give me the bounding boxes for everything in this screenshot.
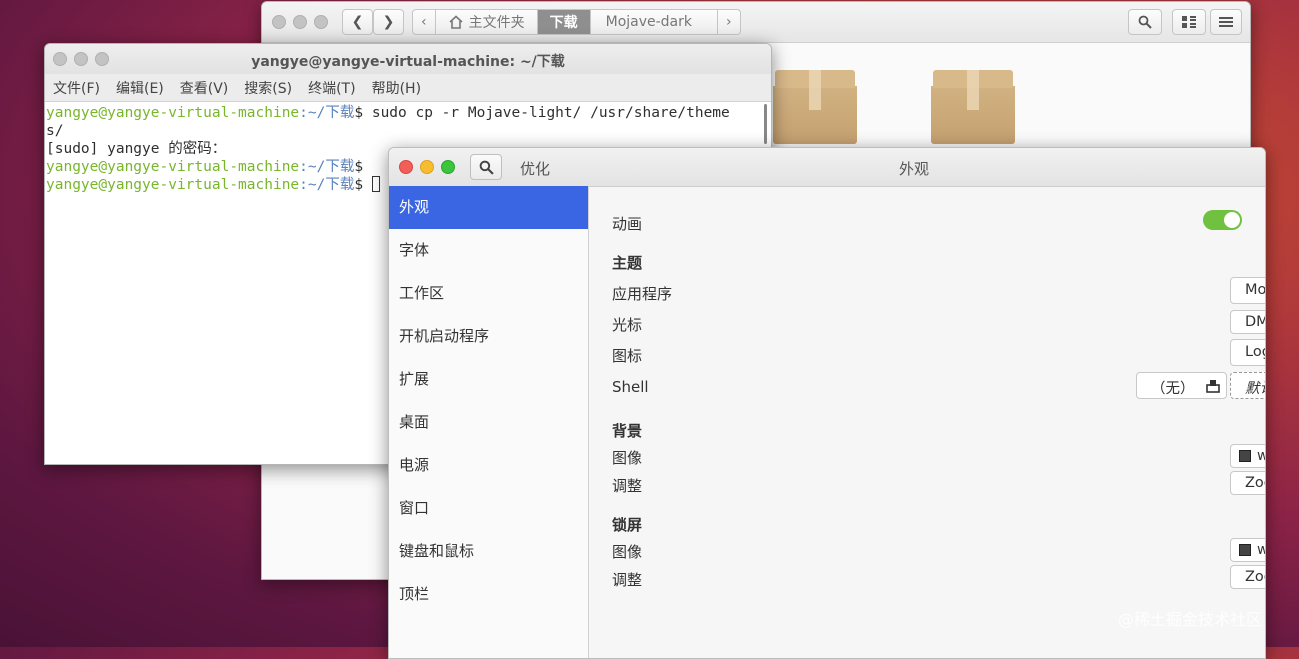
sidebar-item-appearance[interactable]: 外观 [389, 186, 588, 229]
watermark: @稀土掘金技术社区 [1118, 610, 1263, 629]
minimize-button[interactable] [293, 15, 307, 29]
sidebar-item-fonts[interactable]: 字体 [389, 229, 588, 272]
package-file-icon[interactable] [773, 70, 857, 144]
applications-theme-value: Mojave-light [1245, 282, 1266, 298]
breadcrumb-mojave-dark-label: Mojave-dark [605, 14, 693, 30]
applications-theme-select[interactable]: Mojave-light ▲▼ [1230, 277, 1266, 304]
theme-section-title: 主题 [612, 254, 643, 272]
animation-label: 动画 [612, 215, 643, 233]
lockscreen-adjust-value: Zoom [1245, 569, 1265, 585]
shell-theme-value: 默认 [1245, 381, 1265, 397]
menu-view[interactable]: 查看(V) [180, 78, 229, 98]
close-button[interactable] [399, 160, 413, 174]
background-adjust-label: 调整 [612, 477, 643, 495]
home-icon [449, 15, 463, 29]
shell-extension-file-button[interactable]: （无） [1136, 372, 1227, 399]
sidebar-item-desktop[interactable]: 桌面 [389, 401, 588, 444]
chevron-right-icon: › [726, 14, 732, 30]
close-button[interactable] [272, 15, 286, 29]
sidebar-item-extensions[interactable]: 扩展 [389, 358, 588, 401]
icons-label: 图标 [612, 347, 643, 365]
menu-help[interactable]: 帮助(H) [372, 78, 421, 98]
file-manager-header: ❮ ❯ ‹ 主文件夹 下载 Mojave-dark › [262, 2, 1250, 43]
page-title: 外观 [899, 160, 930, 178]
hamburger-icon [1219, 17, 1233, 27]
shell-none-value: （无） [1151, 381, 1195, 397]
minimize-button[interactable] [420, 160, 434, 174]
shell-label: Shell [612, 378, 649, 396]
forward-button[interactable]: ❯ [373, 9, 404, 35]
text-cursor [371, 176, 380, 192]
icons-theme-select[interactable]: LoginIcons ▲▼ [1230, 339, 1265, 366]
menu-terminal[interactable]: 终端(T) [308, 78, 355, 98]
background-image-value: warty-final-ubuntu.png [1257, 448, 1265, 464]
background-adjust-value: Zoom [1245, 475, 1265, 491]
background-image-label: 图像 [612, 449, 643, 467]
lockscreen-adjust-label: 调整 [612, 571, 643, 589]
breadcrumb-home-label: 主文件夹 [468, 15, 525, 31]
menu-search[interactable]: 搜索(S) [244, 78, 292, 98]
lockscreen-image-value: warty-final-ubuntu.png [1257, 542, 1265, 558]
grid-view-icon [1182, 16, 1196, 28]
background-image-button[interactable]: warty-final-ubuntu.png [1230, 444, 1265, 468]
cursor-label: 光标 [612, 316, 643, 334]
package-file-icon[interactable] [931, 70, 1015, 144]
applications-label: 应用程序 [612, 285, 673, 303]
tweaks-window: 优化 外观 外观 字体 工作区 开机启动程序 扩展 桌面 电源 窗口 键盘和鼠标… [388, 147, 1266, 659]
image-file-icon [1239, 450, 1251, 462]
search-button[interactable] [470, 154, 502, 180]
terminal-scrollbar[interactable] [764, 104, 767, 144]
sidebar-item-power[interactable]: 电源 [389, 444, 588, 487]
chevron-left-icon: ‹ [421, 14, 427, 30]
view-toggle-button[interactable] [1172, 9, 1206, 35]
cursor-theme-select[interactable]: DMZ-White ▲▼ [1230, 310, 1265, 334]
shell-theme-select[interactable]: 默认 ▲▼ [1230, 372, 1265, 399]
menu-file[interactable]: 文件(F) [53, 78, 100, 98]
lockscreen-image-label: 图像 [612, 543, 643, 561]
sidebar-item-keyboard-mouse[interactable]: 键盘和鼠标 [389, 530, 588, 573]
search-icon [479, 160, 494, 175]
sidebar-item-workspaces[interactable]: 工作区 [389, 272, 588, 315]
menu-edit[interactable]: 编辑(E) [116, 78, 164, 98]
toggle-knob [1224, 212, 1240, 228]
document-open-icon [1206, 380, 1220, 393]
background-section-title: 背景 [612, 422, 643, 440]
breadcrumb-mojave-dark[interactable]: Mojave-dark [591, 10, 719, 34]
icons-theme-value: LoginIcons [1245, 344, 1265, 360]
breadcrumb: ‹ 主文件夹 下载 Mojave-dark › [412, 9, 741, 35]
breadcrumb-scroll-right[interactable]: › [718, 10, 740, 34]
terminal-title: yangye@yangye-virtual-machine: ~/下载 [251, 54, 565, 70]
chevron-right-icon: ❯ [382, 14, 395, 30]
breadcrumb-downloads-label: 下载 [549, 15, 578, 31]
back-button[interactable]: ❮ [342, 9, 373, 35]
sidebar-item-windows[interactable]: 窗口 [389, 487, 588, 530]
chevron-left-icon: ❮ [351, 14, 364, 30]
search-icon [1138, 15, 1152, 29]
cursor-theme-value: DMZ-White [1245, 314, 1265, 330]
menu-button[interactable] [1210, 9, 1242, 35]
sidebar-item-startup-apps[interactable]: 开机启动程序 [389, 315, 588, 358]
terminal-line: yangye@yangye-virtual-machine:~/下载$ sudo… [46, 105, 730, 121]
search-button[interactable] [1128, 9, 1162, 35]
breadcrumb-scroll-left[interactable]: ‹ [413, 10, 436, 34]
image-file-icon [1239, 544, 1251, 556]
sidebar-item-top-bar[interactable]: 顶栏 [389, 573, 588, 616]
maximize-button[interactable] [314, 15, 328, 29]
terminal-line: s/ [46, 123, 64, 139]
lockscreen-section-title: 锁屏 [612, 516, 643, 534]
terminal-menubar: 文件(F) 编辑(E) 查看(V) 搜索(S) 终端(T) 帮助(H) [45, 74, 771, 102]
terminal-titlebar: yangye@yangye-virtual-machine: ~/下载 [45, 44, 771, 74]
appearance-panel: 动画 主题 应用程序 Mojave-light ▲▼ 光标 DMZ-White … [589, 186, 1265, 658]
lockscreen-image-button[interactable]: warty-final-ubuntu.png [1230, 538, 1265, 562]
animation-toggle[interactable] [1203, 210, 1242, 230]
maximize-button[interactable] [441, 160, 455, 174]
breadcrumb-home[interactable]: 主文件夹 [436, 10, 538, 34]
sidebar: 外观 字体 工作区 开机启动程序 扩展 桌面 电源 窗口 键盘和鼠标 顶栏 [389, 186, 589, 658]
breadcrumb-downloads[interactable]: 下载 [537, 10, 591, 34]
app-title: 优化 [520, 160, 551, 178]
tweaks-titlebar: 优化 外观 [389, 148, 1265, 187]
lockscreen-adjust-select[interactable]: Zoom ▲▼ [1230, 565, 1265, 589]
background-adjust-select[interactable]: Zoom ▲▼ [1230, 471, 1265, 495]
